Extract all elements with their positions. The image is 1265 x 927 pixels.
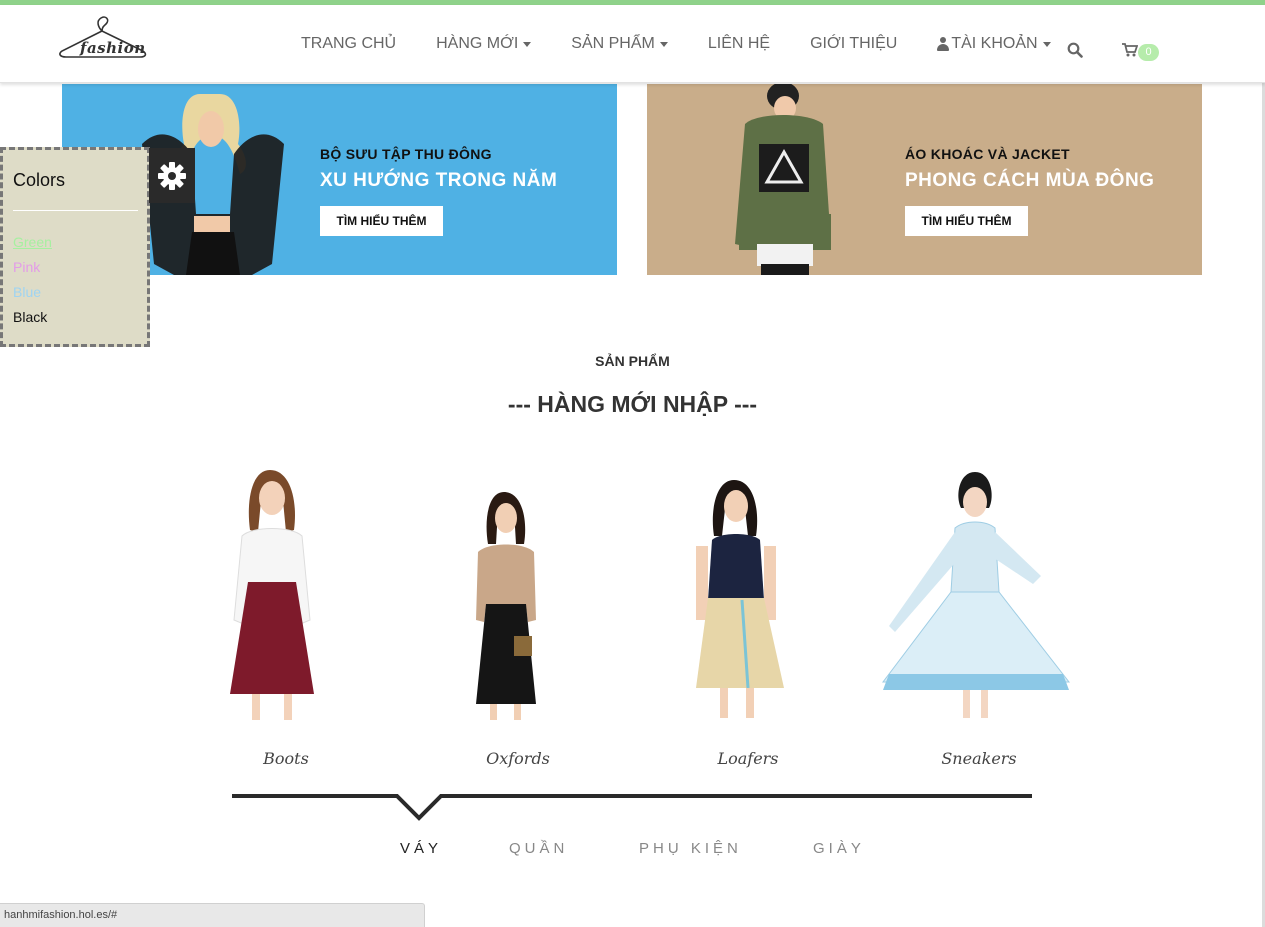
product-image	[230, 470, 314, 720]
nav-home-label: TRANG CHỦ	[301, 35, 397, 52]
color-option-blue[interactable]: Blue	[13, 284, 41, 300]
cart-count-badge: 0	[1138, 44, 1159, 61]
product-card[interactable]: Oxfords	[418, 460, 618, 780]
product-name: Sneakers	[941, 749, 1017, 768]
navbar: fashion TRANG CHỦ HÀNG MỚI SẢN PHẨM LIÊN…	[0, 5, 1265, 83]
product-name: Boots	[263, 749, 309, 768]
section-title: --- HÀNG MỚI NHẬP ---	[507, 391, 758, 417]
nav-contact-label: LIÊN HỆ	[707, 35, 771, 52]
caret-down-icon	[1042, 41, 1051, 47]
color-option-black[interactable]: Black	[13, 309, 47, 325]
main-nav: TRANG CHỦ HÀNG MỚI SẢN PHẨM LIÊN HỆ GIỚI…	[281, 5, 1071, 83]
section-subtitle: SẢN PHẨM	[595, 353, 670, 369]
user-icon	[937, 37, 950, 51]
gear-icon	[158, 161, 186, 190]
nav-new-arrivals-label: HÀNG MỚI	[436, 35, 519, 52]
color-option-pink[interactable]: Pink	[13, 259, 40, 275]
banner-1-title: XU HƯỚNG TRONG NĂM	[320, 170, 558, 191]
nav-contact[interactable]: LIÊN HỆ	[688, 5, 790, 83]
caret-down-icon	[659, 41, 668, 47]
color-panel-toggle-button[interactable]	[149, 148, 195, 203]
search-icon[interactable]	[1067, 42, 1083, 58]
product-image	[881, 472, 1071, 718]
product-image	[476, 492, 536, 720]
browser-status-bar: hanhmifashion.hol.es/#	[0, 903, 425, 927]
product-card[interactable]: Loafers	[648, 460, 848, 780]
product-name: Oxfords	[486, 749, 550, 768]
banner-1-learn-more-button[interactable]: TÌM HIỂU THÊM	[320, 206, 443, 236]
banner-2-title: PHONG CÁCH MÙA ĐÔNG	[905, 170, 1155, 191]
banner-2-learn-more-button[interactable]: TÌM HIỂU THÊM	[905, 206, 1028, 236]
tab-shoes[interactable]: GIÀY	[813, 840, 865, 857]
site-logo[interactable]: fashion	[54, 13, 150, 63]
nav-about-label: GIỚI THIỆU	[810, 35, 898, 52]
product-card[interactable]: Boots	[186, 460, 386, 780]
tab-dresses[interactable]: VÁY	[400, 840, 442, 857]
nav-new-arrivals[interactable]: HÀNG MỚI	[416, 5, 551, 83]
color-panel-title: Colors	[13, 170, 66, 190]
color-switcher-panel: Colors Green Pink Blue Black	[0, 147, 150, 347]
nav-home[interactable]: TRANG CHỦ	[281, 5, 416, 83]
logo-text: fashion	[80, 39, 146, 57]
nav-products-label: SẢN PHẨM	[571, 35, 655, 52]
nav-products[interactable]: SẢN PHẨM	[551, 5, 688, 83]
nav-account[interactable]: TÀI KHOẢN	[917, 5, 1070, 83]
tab-divider-line	[232, 794, 1032, 821]
nav-about[interactable]: GIỚI THIỆU	[790, 5, 917, 83]
product-name: Loafers	[717, 749, 779, 768]
banner-jackets[interactable]: ÁO KHOÁC VÀ JACKET PHONG CÁCH MÙA ĐÔNG T…	[647, 84, 1202, 275]
tab-pants[interactable]: QUẦN	[509, 840, 568, 857]
tab-accessories[interactable]: PHỤ KIỆN	[639, 840, 742, 857]
banner-model-image	[735, 84, 831, 275]
color-panel-divider	[13, 210, 138, 211]
banner-2-subtitle: ÁO KHOÁC VÀ JACKET	[905, 146, 1070, 162]
caret-down-icon	[523, 41, 532, 47]
product-card[interactable]: Sneakers	[879, 460, 1079, 780]
banner-1-subtitle: BỘ SƯU TẬP THU ĐÔNG	[320, 146, 492, 162]
nav-account-label: TÀI KHOẢN	[951, 35, 1038, 52]
color-option-green[interactable]: Green	[13, 234, 52, 250]
cart-icon[interactable]	[1122, 43, 1138, 57]
product-image	[696, 480, 784, 718]
